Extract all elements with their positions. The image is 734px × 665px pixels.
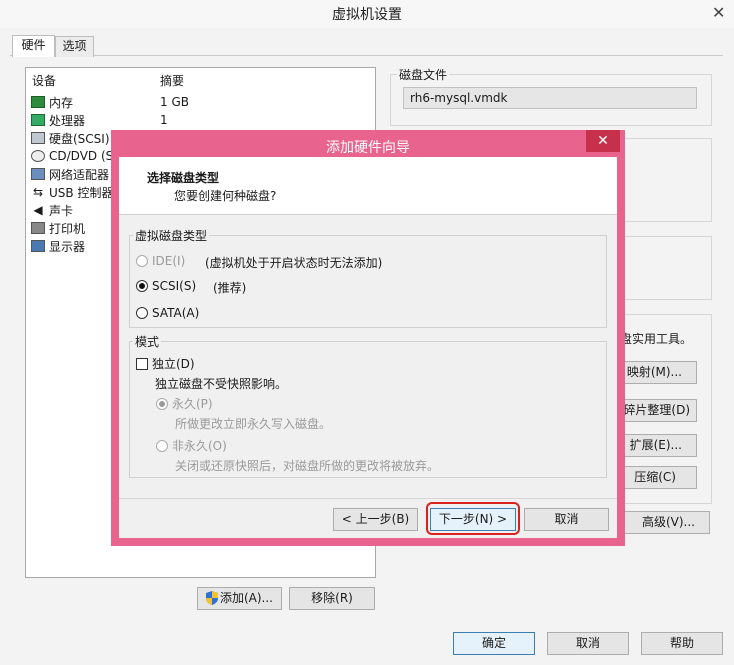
ide-radio bbox=[136, 255, 148, 267]
persistent-radio bbox=[156, 397, 168, 410]
scsi-option[interactable]: SCSI(S) bbox=[136, 279, 196, 293]
disk-file-field[interactable]: rh6-mysql.vmdk bbox=[403, 87, 697, 109]
tab-strip-line bbox=[10, 55, 723, 56]
annotation-highlight-ring bbox=[426, 502, 520, 535]
persistent-option: 永久(P) bbox=[156, 395, 213, 412]
persistent-label: 永久(P) bbox=[172, 397, 213, 411]
device-row-memory[interactable]: 内存 bbox=[31, 93, 73, 111]
device-row-display[interactable]: 显示器 bbox=[31, 237, 85, 255]
speaker-icon: ◀ bbox=[31, 204, 45, 216]
device-name: 显示器 bbox=[49, 239, 86, 254]
device-row-sound[interactable]: ◀ 声卡 bbox=[31, 201, 73, 219]
sata-radio[interactable] bbox=[136, 307, 148, 319]
scsi-note: (推荐) bbox=[213, 281, 247, 295]
independent-option[interactable]: 独立(D) bbox=[136, 355, 195, 372]
sata-option[interactable]: SATA(A) bbox=[136, 306, 199, 320]
cd-dvd-icon bbox=[31, 150, 45, 162]
disk-type-group-label: 虚拟磁盘类型 bbox=[133, 227, 210, 244]
device-name: USB 控制器 bbox=[49, 185, 114, 200]
summary-column-header: 摘要 bbox=[160, 74, 185, 88]
wizard-heading: 选择磁盘类型 bbox=[147, 171, 220, 185]
disk-type-group bbox=[129, 235, 607, 328]
nonpersistent-description: 关闭或还原快照后，对磁盘所做的更改将被放弃。 bbox=[175, 459, 440, 473]
device-summary: 1 bbox=[160, 113, 168, 127]
ide-note: (虚拟机处于开启状态时无法添加) bbox=[205, 256, 383, 270]
wizard-header: 选择磁盘类型 您要创建何种磁盘? bbox=[119, 157, 617, 215]
device-row-printer[interactable]: 打印机 bbox=[31, 219, 85, 237]
ide-label: IDE(I) bbox=[152, 254, 186, 268]
persistent-description: 所做更改立即永久写入磁盘。 bbox=[175, 417, 332, 431]
device-row-hard-disk[interactable]: 硬盘(SCSI) bbox=[31, 129, 110, 147]
wizard-subheading: 您要创建何种磁盘? bbox=[174, 189, 277, 203]
wizard-close-button[interactable]: ✕ bbox=[586, 130, 620, 152]
hard-disk-icon bbox=[31, 132, 45, 144]
mode-group-label: 模式 bbox=[133, 333, 162, 350]
network-adapter-icon bbox=[31, 168, 45, 180]
device-name: 处理器 bbox=[49, 113, 86, 128]
wizard-back-button[interactable]: < 上一步(B) bbox=[333, 508, 418, 531]
independent-label: 独立(D) bbox=[152, 357, 195, 371]
tab-hardware[interactable]: 硬件 bbox=[12, 35, 55, 57]
device-name: 内存 bbox=[49, 95, 74, 110]
independent-description: 独立磁盘不受快照影响。 bbox=[155, 377, 288, 391]
tab-options[interactable]: 选项 bbox=[55, 36, 94, 57]
device-row-network[interactable]: 网络适配器 bbox=[31, 165, 109, 183]
ide-option: IDE(I) bbox=[136, 254, 185, 268]
monitor-icon bbox=[31, 240, 45, 252]
nonpersistent-radio bbox=[156, 439, 168, 452]
remove-hardware-button[interactable]: 移除(R) bbox=[289, 587, 375, 610]
device-name: 硬盘(SCSI) bbox=[49, 131, 110, 146]
device-row-cd-dvd[interactable]: CD/DVD (SA bbox=[31, 147, 122, 165]
cancel-button[interactable]: 取消 bbox=[547, 632, 629, 655]
wizard-cancel-button[interactable]: 取消 bbox=[524, 508, 609, 531]
printer-icon bbox=[31, 222, 45, 234]
add-hardware-wizard-dialog: 添加硬件向导 ✕ 选择磁盘类型 您要创建何种磁盘? 虚拟磁盘类型 IDE(I) … bbox=[111, 130, 625, 546]
device-summary: 1 GB bbox=[160, 95, 189, 109]
shield-icon bbox=[205, 591, 218, 605]
device-name: 打印机 bbox=[49, 221, 86, 236]
device-name: 网络适配器 bbox=[49, 167, 110, 182]
sata-label: SATA(A) bbox=[152, 306, 200, 320]
nonpersistent-label: 非永久(O) bbox=[172, 439, 227, 453]
close-icon: ✕ bbox=[597, 133, 609, 149]
wizard-separator bbox=[119, 498, 617, 499]
device-name: 声卡 bbox=[49, 203, 74, 218]
usb-icon: ⇆ bbox=[31, 185, 45, 199]
memory-icon bbox=[31, 96, 45, 108]
independent-checkbox[interactable] bbox=[136, 357, 148, 370]
add-hardware-button[interactable]: 添加(A)... bbox=[197, 587, 282, 610]
device-row-usb[interactable]: ⇆ USB 控制器 bbox=[31, 183, 113, 201]
device-row-processor[interactable]: 处理器 bbox=[31, 111, 85, 129]
utilities-description: 盘实用工具。 bbox=[620, 332, 693, 346]
help-button[interactable]: 帮助 bbox=[641, 632, 723, 655]
device-column-header: 设备 bbox=[32, 74, 57, 88]
scsi-label: SCSI(S) bbox=[152, 279, 197, 293]
nonpersistent-option: 非永久(O) bbox=[156, 437, 227, 454]
add-hardware-label: 添加(A)... bbox=[219, 591, 274, 605]
wizard-title: 添加硬件向导 bbox=[326, 140, 410, 156]
scsi-radio[interactable] bbox=[136, 280, 148, 292]
window-close-icon[interactable]: ✕ bbox=[712, 3, 725, 22]
ok-button[interactable]: 确定 bbox=[453, 632, 535, 655]
processor-icon bbox=[31, 114, 45, 126]
disk-file-label: 磁盘文件 bbox=[397, 66, 450, 83]
window-title: 虚拟机设置 bbox=[332, 7, 402, 23]
wizard-body: 选择磁盘类型 您要创建何种磁盘? 虚拟磁盘类型 IDE(I) (虚拟机处于开启状… bbox=[119, 157, 617, 538]
